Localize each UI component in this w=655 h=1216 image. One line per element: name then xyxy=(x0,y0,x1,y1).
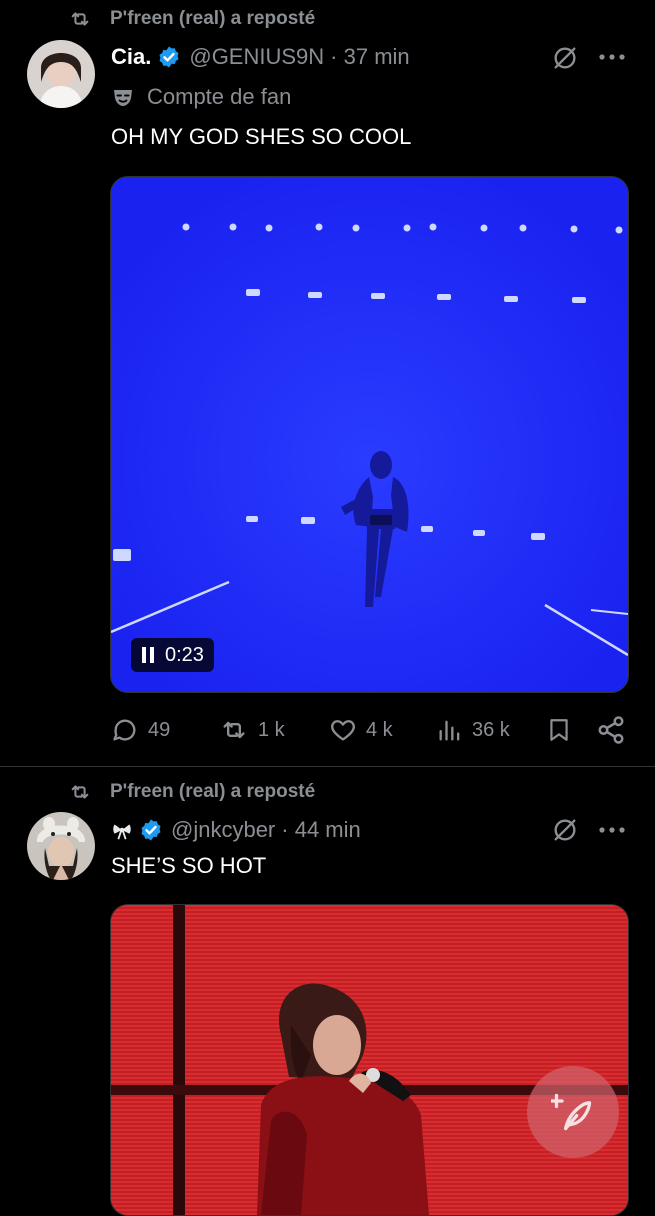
reply-button[interactable]: 49 xyxy=(110,716,170,744)
repost-label: P'freen (real) a reposté xyxy=(110,781,316,802)
reply-icon xyxy=(113,719,136,741)
post-header: Cia. @GENIUS9N · 37 min xyxy=(111,42,410,72)
video-frame xyxy=(111,177,628,692)
bookmark-icon[interactable] xyxy=(546,715,572,745)
verified-badge-icon xyxy=(141,819,161,841)
grok-icon[interactable] xyxy=(551,816,579,844)
post-divider xyxy=(0,766,655,767)
avatar[interactable] xyxy=(27,812,95,880)
share-icon[interactable] xyxy=(596,715,626,745)
fan-mask-icon xyxy=(114,90,132,106)
user-handle[interactable]: @GENIUS9N xyxy=(189,44,324,70)
repost-button[interactable]: 1 k xyxy=(218,716,285,744)
verified-badge-icon xyxy=(159,46,179,68)
repost-icon xyxy=(223,721,245,739)
video-frame xyxy=(111,905,628,1215)
fan-label-text: Compte de fan xyxy=(147,84,292,109)
video-player[interactable] xyxy=(110,904,629,1216)
compose-icon xyxy=(551,1093,592,1131)
repost-icon xyxy=(71,785,89,799)
repost-label: P'freen (real) a reposté xyxy=(110,8,316,29)
views-count: 36 k xyxy=(472,718,510,741)
repost-indicator[interactable]: P'freen (real) a reposté xyxy=(0,4,315,34)
video-time: 0:23 xyxy=(165,643,204,666)
fan-account-label: Compte de fan xyxy=(111,82,291,112)
post-time: · 44 min xyxy=(281,817,361,842)
compose-button[interactable] xyxy=(527,1066,619,1158)
bow-emoji-icon xyxy=(113,824,131,840)
post-text: OH MY GOD SHES SO COOL xyxy=(111,124,412,149)
repost-icon xyxy=(71,12,89,26)
more-icon[interactable] xyxy=(598,825,626,835)
reply-count: 49 xyxy=(148,718,171,741)
post-text: SHE’S SO HOT xyxy=(111,853,267,878)
action-bar: 49 1 k 4 k 36 k xyxy=(110,714,627,746)
pause-icon[interactable] xyxy=(141,646,155,664)
like-icon xyxy=(331,720,355,741)
post-time: · 37 min xyxy=(330,44,410,69)
grok-icon[interactable] xyxy=(551,44,579,72)
repost-count: 1 k xyxy=(258,718,285,741)
video-player[interactable]: 0:23 xyxy=(110,176,629,693)
video-timestamp[interactable]: 0:23 xyxy=(131,638,214,672)
more-icon[interactable] xyxy=(598,52,626,62)
views-icon xyxy=(439,720,460,741)
avatar[interactable] xyxy=(27,40,95,108)
display-name[interactable]: Cia. xyxy=(111,44,151,70)
like-count: 4 k xyxy=(366,718,393,741)
post-header: @jnkcyber · 44 min xyxy=(111,815,361,845)
repost-indicator[interactable]: P'freen (real) a reposté xyxy=(0,777,315,807)
views-button[interactable]: 36 k xyxy=(436,716,510,744)
user-handle[interactable]: @jnkcyber xyxy=(171,817,275,843)
like-button[interactable]: 4 k xyxy=(328,716,393,744)
